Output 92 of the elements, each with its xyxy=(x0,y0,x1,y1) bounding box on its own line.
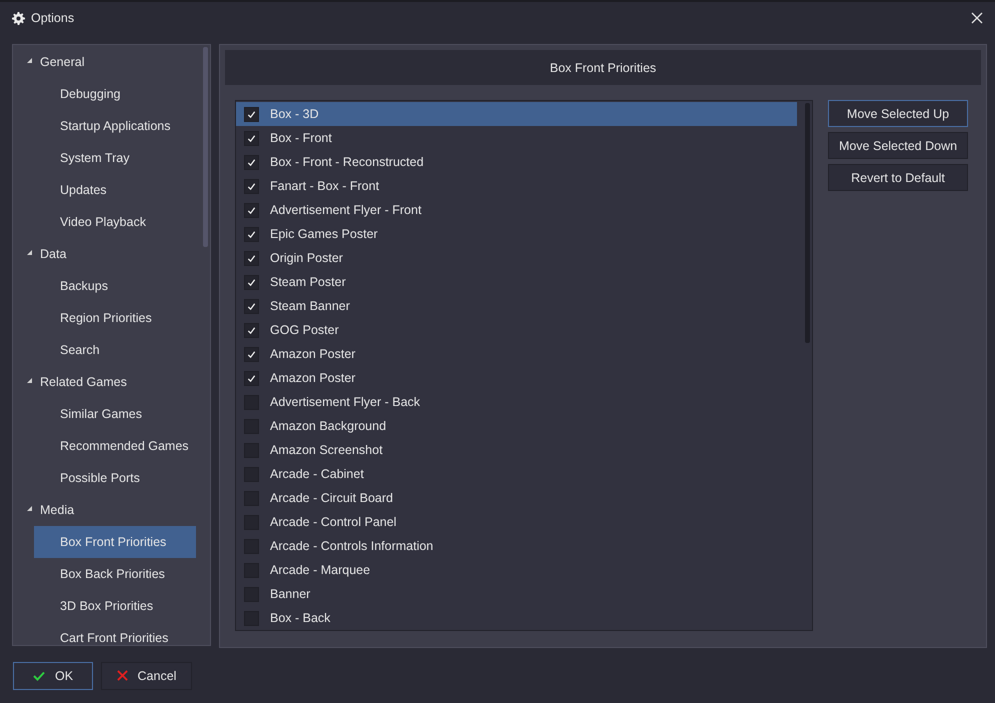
checkbox[interactable] xyxy=(244,490,259,506)
list-item[interactable]: Box - Front - Reconstructed xyxy=(236,150,797,174)
tree-item[interactable]: Debugging xyxy=(34,78,196,110)
ok-button[interactable]: OK xyxy=(13,662,93,690)
check-icon xyxy=(247,374,256,382)
list-item[interactable]: Amazon Background xyxy=(236,414,797,438)
list-item[interactable]: Amazon Poster xyxy=(236,342,797,366)
list-item[interactable]: Amazon Poster xyxy=(236,366,797,390)
tree-item[interactable]: Video Playback xyxy=(34,206,196,238)
checkbox[interactable] xyxy=(244,202,259,218)
tree-item[interactable]: Box Back Priorities xyxy=(34,558,196,590)
checkbox[interactable] xyxy=(244,250,259,266)
scrollbar[interactable] xyxy=(805,103,810,343)
scrollbar[interactable] xyxy=(203,47,208,247)
tree-item[interactable]: Updates xyxy=(34,174,196,206)
tree-item[interactable]: Box Front Priorities xyxy=(34,526,196,558)
check-icon xyxy=(247,182,256,190)
check-icon xyxy=(247,350,256,358)
check-icon xyxy=(247,302,256,310)
tree-item[interactable]: Possible Ports xyxy=(34,462,196,494)
tree-group[interactable]: Data xyxy=(13,238,210,270)
list-item[interactable]: Steam Banner xyxy=(236,294,797,318)
checkbox[interactable] xyxy=(244,394,259,410)
checkbox[interactable] xyxy=(244,178,259,194)
list-item[interactable]: Epic Games Poster xyxy=(236,222,797,246)
checkbox[interactable] xyxy=(244,106,259,122)
expanded-caret-icon[interactable] xyxy=(27,250,32,254)
tree-item[interactable]: Region Priorities xyxy=(34,302,196,334)
check-icon xyxy=(247,230,256,238)
tree-item[interactable]: 3D Box Priorities xyxy=(34,590,196,622)
checkbox[interactable] xyxy=(244,226,259,242)
action-button[interactable]: Move Selected Up xyxy=(828,100,968,127)
checkbox[interactable] xyxy=(244,370,259,386)
checkbox[interactable] xyxy=(244,466,259,482)
check-icon xyxy=(32,670,45,680)
check-icon xyxy=(247,254,256,262)
checkbox[interactable] xyxy=(244,514,259,530)
checkbox[interactable] xyxy=(244,562,259,578)
check-icon xyxy=(247,134,256,142)
cross-icon xyxy=(116,670,128,681)
tree-item[interactable]: Search xyxy=(34,334,196,366)
checkbox[interactable] xyxy=(244,586,259,602)
tree-item[interactable]: Recommended Games xyxy=(34,430,196,462)
checkbox[interactable] xyxy=(244,418,259,434)
action-button[interactable]: Revert to Default xyxy=(828,164,968,191)
expanded-caret-icon[interactable] xyxy=(27,58,32,62)
list-item[interactable]: Fanart - Box - Front xyxy=(236,174,797,198)
tree-group[interactable]: Media xyxy=(13,494,210,526)
checkbox[interactable] xyxy=(244,322,259,338)
list-item[interactable]: Arcade - Controls Information xyxy=(236,534,797,558)
check-icon xyxy=(247,110,256,118)
list-item[interactable]: Arcade - Cabinet xyxy=(236,462,797,486)
check-icon xyxy=(247,278,256,286)
list-item[interactable]: GOG Poster xyxy=(236,318,797,342)
check-icon xyxy=(247,158,256,166)
list-item[interactable]: Origin Poster xyxy=(236,246,797,270)
expanded-caret-icon[interactable] xyxy=(27,506,32,510)
checkbox[interactable] xyxy=(244,538,259,554)
action-button[interactable]: Move Selected Down xyxy=(828,132,968,159)
list-item[interactable]: Amazon Screenshot xyxy=(236,438,797,462)
list-item[interactable]: Banner xyxy=(236,582,797,606)
list-item[interactable]: Box - Front xyxy=(236,126,797,150)
panel-title: Box Front Priorities xyxy=(550,60,656,74)
checkbox[interactable] xyxy=(244,274,259,290)
tree-group[interactable]: General xyxy=(13,46,210,78)
list-item[interactable]: Advertisement Flyer - Front xyxy=(236,198,797,222)
expanded-caret-icon[interactable] xyxy=(27,378,32,382)
checkbox[interactable] xyxy=(244,154,259,170)
list-item[interactable]: Arcade - Marquee xyxy=(236,558,797,582)
window-title: Options xyxy=(31,11,76,25)
checkbox[interactable] xyxy=(244,346,259,362)
list-item[interactable]: Advertisement Flyer - Back xyxy=(236,390,797,414)
checkbox[interactable] xyxy=(244,298,259,314)
list-item[interactable]: Box - 3D xyxy=(236,102,797,126)
list-item[interactable]: Arcade - Circuit Board xyxy=(236,486,797,510)
check-icon xyxy=(247,326,256,334)
checkbox[interactable] xyxy=(244,442,259,458)
tree-item[interactable]: Startup Applications xyxy=(34,110,196,142)
list-item[interactable]: Box - Back xyxy=(236,606,797,630)
tree-item[interactable]: Backups xyxy=(34,270,196,302)
tree-item[interactable]: Similar Games xyxy=(34,398,196,430)
tree-group[interactable]: Related Games xyxy=(13,366,210,398)
gear-icon xyxy=(12,12,25,24)
list-item[interactable]: Arcade - Control Panel xyxy=(236,510,797,534)
tree-item[interactable]: Cart Front Priorities xyxy=(34,622,196,645)
cancel-button[interactable]: Cancel xyxy=(101,662,192,690)
tree-item[interactable]: System Tray xyxy=(34,142,196,174)
checkbox[interactable] xyxy=(244,130,259,146)
list-item[interactable]: Steam Poster xyxy=(236,270,797,294)
check-icon xyxy=(247,206,256,214)
checkbox[interactable] xyxy=(244,610,259,626)
close-icon[interactable] xyxy=(971,12,983,24)
